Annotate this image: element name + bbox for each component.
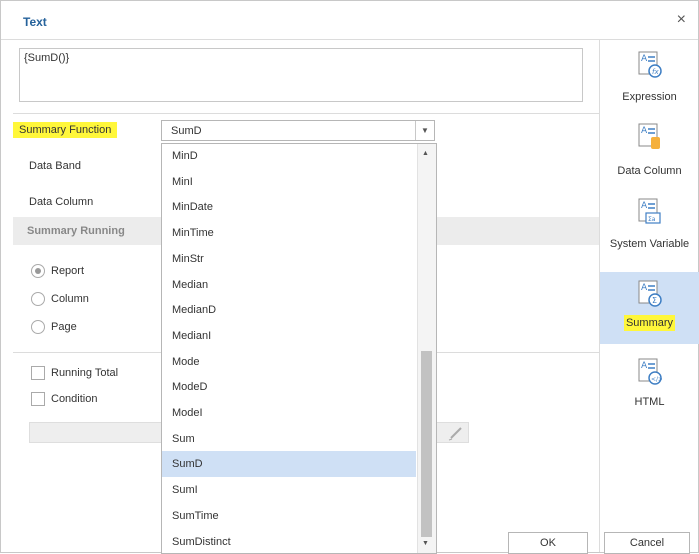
svg-text:Σa: Σa <box>648 216 656 223</box>
ok-button[interactable]: OK <box>508 532 588 554</box>
dropdown-option[interactable]: MinI <box>162 169 416 195</box>
dropdown-option[interactable]: Median <box>162 272 416 298</box>
svg-text:A: A <box>641 201 648 211</box>
expression-icon: A fx <box>638 51 662 79</box>
svg-text:A: A <box>641 54 648 64</box>
dropdown-option[interactable]: MinD <box>162 143 416 169</box>
data-column-icon: A <box>638 123 662 151</box>
cancel-button[interactable]: Cancel <box>604 532 690 554</box>
dropdown-option[interactable]: MinTime <box>162 220 416 246</box>
svg-text:A: A <box>641 361 648 371</box>
dropdown-option[interactable]: SumD <box>162 451 416 477</box>
dialog-title: Text <box>23 15 47 29</box>
dropdown-option[interactable]: SumI <box>162 477 416 503</box>
scrollbar-thumb[interactable] <box>421 351 432 537</box>
sidebar-item-summary[interactable]: A Σ Summary <box>600 272 699 344</box>
sidebar-item-label: Summary <box>600 317 699 329</box>
running-total-checkbox[interactable] <box>31 366 45 380</box>
sidebar-item-expression[interactable]: A fx Expression <box>600 43 699 115</box>
radio-column-label: Column <box>51 293 89 305</box>
sidebar-item-data-column[interactable]: A Data Column <box>600 115 699 187</box>
dropdown-option[interactable]: SumDistinct <box>162 529 416 554</box>
summary-function-label: Summary Function <box>13 124 117 136</box>
data-band-label: Data Band <box>29 160 81 172</box>
svg-text:fx: fx <box>652 68 659 76</box>
dropdown-option[interactable]: MinDate <box>162 194 416 220</box>
radio-page[interactable] <box>31 320 45 334</box>
svg-text:A: A <box>641 126 648 136</box>
data-column-label: Data Column <box>29 196 93 208</box>
sidebar-item-label: HTML <box>600 396 699 408</box>
summary-function-dropdown: MinDMinIMinDateMinTimeMinStrMedianMedian… <box>161 143 437 554</box>
system-variable-icon: A Σa <box>638 198 662 226</box>
radio-page-label: Page <box>51 321 77 333</box>
summary-icon: A Σ <box>638 280 662 308</box>
summary-function-select[interactable]: SumD ▼ <box>161 120 435 141</box>
dropdown-option[interactable]: Sum <box>162 426 416 452</box>
sidebar-item-system-variable[interactable]: A Σa System Variable <box>600 190 699 262</box>
condition-checkbox[interactable] <box>31 392 45 406</box>
html-icon: A </> <box>638 358 662 386</box>
sidebar-item-label: System Variable <box>600 238 699 250</box>
divider <box>13 113 599 114</box>
dropdown-option[interactable]: MedianI <box>162 323 416 349</box>
pencil-icon <box>446 423 466 442</box>
close-icon[interactable]: × <box>677 11 686 29</box>
dropdown-option[interactable]: MedianD <box>162 297 416 323</box>
sidebar-item-html[interactable]: A </> HTML <box>600 350 699 422</box>
insert-sidebar: A fx Expression A Data Column A <box>599 40 699 552</box>
expression-textarea[interactable]: {SumD()} <box>19 48 583 102</box>
condition-label: Condition <box>51 393 97 405</box>
dropdown-scrollbar[interactable]: ▲ ▼ <box>417 144 436 553</box>
chevron-down-icon[interactable]: ▼ <box>415 121 434 140</box>
svg-text:A: A <box>641 283 648 293</box>
running-total-label: Running Total <box>51 367 118 379</box>
summary-running-label: Summary Running <box>27 225 125 237</box>
dropdown-option[interactable]: SumTime <box>162 503 416 529</box>
radio-report-label: Report <box>51 265 84 277</box>
dropdown-option[interactable]: ModeI <box>162 400 416 426</box>
svg-text:Σ: Σ <box>652 296 657 305</box>
sidebar-item-label: Data Column <box>600 165 699 177</box>
scroll-down-icon[interactable]: ▼ <box>422 540 429 547</box>
dropdown-option[interactable]: ModeD <box>162 374 416 400</box>
radio-report[interactable] <box>31 264 45 278</box>
dropdown-option[interactable]: MinStr <box>162 246 416 272</box>
radio-column[interactable] <box>31 292 45 306</box>
dialog-titlebar: Text × <box>1 1 698 40</box>
text-dialog: Text × {SumD()} Summary Function SumD ▼ … <box>0 0 699 553</box>
svg-text:</>: </> <box>651 376 662 383</box>
dropdown-option[interactable]: Mode <box>162 349 416 375</box>
sidebar-item-label: Expression <box>600 91 699 103</box>
summary-function-value: SumD <box>171 125 202 137</box>
scroll-up-icon[interactable]: ▲ <box>422 150 429 157</box>
